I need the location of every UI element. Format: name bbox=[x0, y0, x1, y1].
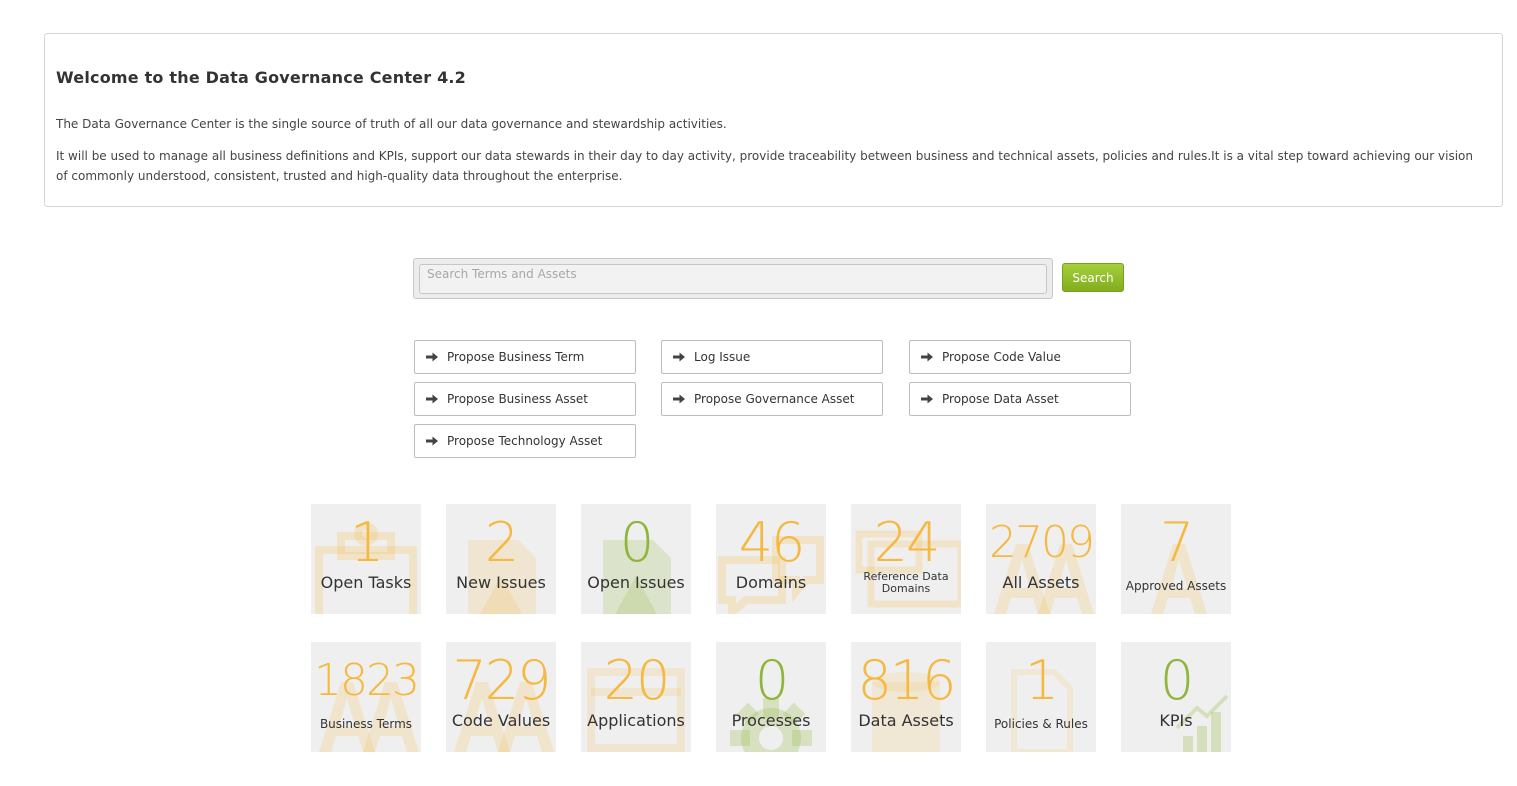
tile-label: Policies & Rules bbox=[994, 717, 1088, 731]
tile-label: New Issues bbox=[456, 573, 546, 592]
tile-label: KPIs bbox=[1159, 711, 1193, 730]
tile-value: 1823 bbox=[314, 655, 420, 706]
action-label: Propose Data Asset bbox=[942, 392, 1059, 406]
arrow-right-icon bbox=[426, 394, 438, 404]
tile-value: 2709 bbox=[989, 517, 1095, 568]
tile-value: 20 bbox=[603, 649, 671, 712]
tile-label: Open Issues bbox=[587, 573, 685, 592]
search-box bbox=[413, 258, 1053, 299]
propose-business-term-button[interactable]: Propose Business Term bbox=[414, 340, 636, 374]
action-label: Propose Code Value bbox=[942, 350, 1061, 364]
tile-new-issues[interactable]: 2 New Issues bbox=[446, 504, 556, 614]
tile-value: 816 bbox=[857, 649, 956, 712]
action-label: Propose Business Term bbox=[447, 350, 585, 364]
tile-label: Code Values bbox=[451, 711, 551, 730]
tile-open-tasks[interactable]: 1 Open Tasks bbox=[311, 504, 421, 614]
action-label: Propose Governance Asset bbox=[694, 392, 855, 406]
propose-technology-asset-button[interactable]: Propose Technology Asset bbox=[414, 424, 636, 458]
tile-code-values[interactable]: 729 Code Values bbox=[446, 642, 556, 752]
action-label: Log Issue bbox=[694, 350, 751, 364]
tile-value: 729 bbox=[452, 649, 551, 712]
action-label: Propose Business Asset bbox=[447, 392, 588, 406]
tile-label: Approved Assets bbox=[1125, 579, 1227, 593]
tile-label: Domains bbox=[735, 573, 807, 592]
log-issue-button[interactable]: Log Issue bbox=[661, 340, 883, 374]
arrow-right-icon bbox=[673, 352, 685, 362]
welcome-panel: Welcome to the Data Governance Center 4.… bbox=[44, 33, 1503, 207]
arrow-right-icon bbox=[921, 394, 933, 404]
tile-value: 1 bbox=[1024, 649, 1059, 712]
tile-value: 0 bbox=[754, 649, 789, 712]
arrow-right-icon bbox=[673, 394, 685, 404]
propose-governance-asset-button[interactable]: Propose Governance Asset bbox=[661, 382, 883, 416]
tile-data-assets[interactable]: 816 Data Assets bbox=[851, 642, 961, 752]
tile-label: All Assets bbox=[1002, 573, 1080, 592]
tile-value: 0 bbox=[1159, 649, 1194, 712]
tile-policies-rules[interactable]: 1 Policies & Rules bbox=[986, 642, 1096, 752]
tile-processes[interactable]: 0 Processes bbox=[716, 642, 826, 752]
tile-approved-assets[interactable]: 7 Approved Assets bbox=[1121, 504, 1231, 614]
arrow-right-icon bbox=[426, 436, 438, 446]
tile-domains[interactable]: 46 Domains bbox=[716, 504, 826, 614]
tile-value: 1 bbox=[349, 511, 384, 574]
tile-kpis[interactable]: 0 KPIs bbox=[1121, 642, 1231, 752]
search-input[interactable] bbox=[419, 264, 1047, 294]
tile-label: Business Terms bbox=[319, 717, 413, 731]
action-label: Propose Technology Asset bbox=[447, 434, 603, 448]
welcome-paragraph-2: It will be used to manage all business d… bbox=[56, 149, 1473, 183]
propose-data-asset-button[interactable]: Propose Data Asset bbox=[909, 382, 1131, 416]
tile-applications[interactable]: 20 Applications bbox=[581, 642, 691, 752]
tile-value: 2 bbox=[484, 511, 519, 574]
arrow-right-icon bbox=[921, 352, 933, 362]
tile-label: Reference Data Domains bbox=[863, 570, 949, 595]
tile-label: Data Assets bbox=[858, 711, 954, 730]
propose-business-asset-button[interactable]: Propose Business Asset bbox=[414, 382, 636, 416]
tile-label: Open Tasks bbox=[320, 573, 412, 592]
tile-value: 0 bbox=[619, 511, 654, 574]
tile-value: 46 bbox=[738, 511, 806, 574]
tile-value: 7 bbox=[1159, 511, 1194, 574]
arrow-right-icon bbox=[426, 352, 438, 362]
search-button[interactable]: Search bbox=[1062, 263, 1124, 292]
tile-open-issues[interactable]: 0 Open Issues bbox=[581, 504, 691, 614]
welcome-paragraph-1: The Data Governance Center is the single… bbox=[56, 117, 727, 131]
tile-reference-data-domains[interactable]: 24 Reference Data Domains bbox=[851, 504, 961, 614]
tile-label: Processes bbox=[731, 711, 811, 730]
tile-business-terms[interactable]: 1823 Business Terms bbox=[311, 642, 421, 752]
tile-label: Applications bbox=[587, 711, 685, 730]
propose-code-value-button[interactable]: Propose Code Value bbox=[909, 340, 1131, 374]
tile-all-assets[interactable]: 2709 All Assets bbox=[986, 504, 1096, 614]
tile-value: 24 bbox=[873, 511, 941, 574]
page-title: Welcome to the Data Governance Center 4.… bbox=[56, 68, 467, 87]
